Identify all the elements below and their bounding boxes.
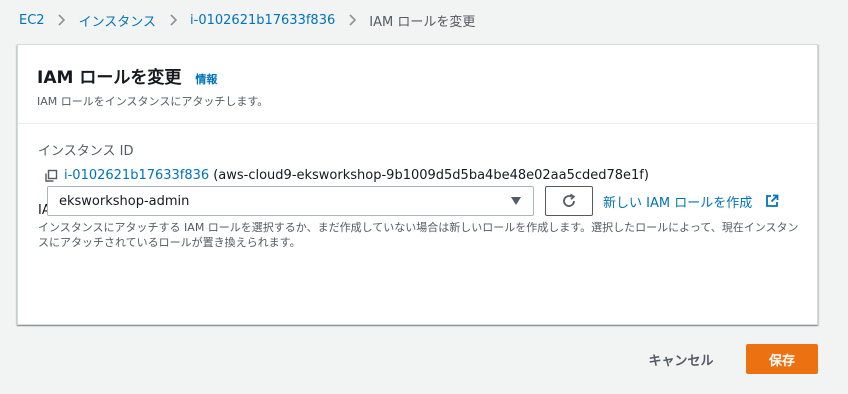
instance-id-row: i-0102621b17633f836 (aws-cloud9-eksworks… <box>38 168 817 183</box>
external-link-icon <box>765 194 779 208</box>
modify-iam-role-panel: IAM ロールを変更 情報 IAM ロールをインスタンスにアタッチします。 イン… <box>17 44 818 325</box>
chevron-right-icon <box>335 13 369 27</box>
create-iam-role-label: 新しい IAM ロールを作成 <box>603 195 753 211</box>
breadcrumb-current: IAM ロールを変更 <box>369 14 476 30</box>
iam-role-description: インスタンスにアタッチする IAM ロールを選択するか、まだ作成していない場合は… <box>38 221 799 249</box>
iam-role-controls: eksworkshop-admin 新しい IAM ロールを作成 <box>47 186 779 216</box>
iam-role-select[interactable]: eksworkshop-admin <box>47 186 534 216</box>
chevron-right-icon <box>45 13 79 27</box>
breadcrumb-ec2[interactable]: EC2 <box>19 13 45 28</box>
breadcrumb-instance-id[interactable]: i-0102621b17633f836 <box>190 13 335 28</box>
selected-role-value: eksworkshop-admin <box>59 193 190 209</box>
instance-id-link[interactable]: i-0102621b17633f836 <box>64 168 209 183</box>
refresh-button[interactable] <box>545 186 593 216</box>
breadcrumb: EC2 インスタンス i-0102621b17633f836 IAM ロールを変… <box>19 9 475 31</box>
chevron-right-icon <box>156 13 190 27</box>
panel-header: IAM ロールを変更 情報 IAM ロールをインスタンスにアタッチします。 <box>18 45 817 124</box>
caret-down-icon <box>511 197 521 205</box>
create-iam-role-link[interactable]: 新しい IAM ロールを作成 <box>603 192 779 211</box>
breadcrumb-instances[interactable]: インスタンス <box>79 11 156 30</box>
cancel-button[interactable]: キャンセル <box>631 345 731 373</box>
save-button[interactable]: 保存 <box>746 344 818 374</box>
copy-icon[interactable] <box>44 169 58 183</box>
panel-description: IAM ロールをインスタンスにアタッチします。 <box>37 95 269 108</box>
page-title: IAM ロールを変更 <box>37 68 182 88</box>
info-link[interactable]: 情報 <box>195 71 217 87</box>
instance-name: (aws-cloud9-eksworkshop-9b1009d5d5ba4be4… <box>213 168 649 183</box>
instance-id-label: インスタンス ID <box>38 144 134 159</box>
refresh-icon <box>561 193 577 209</box>
